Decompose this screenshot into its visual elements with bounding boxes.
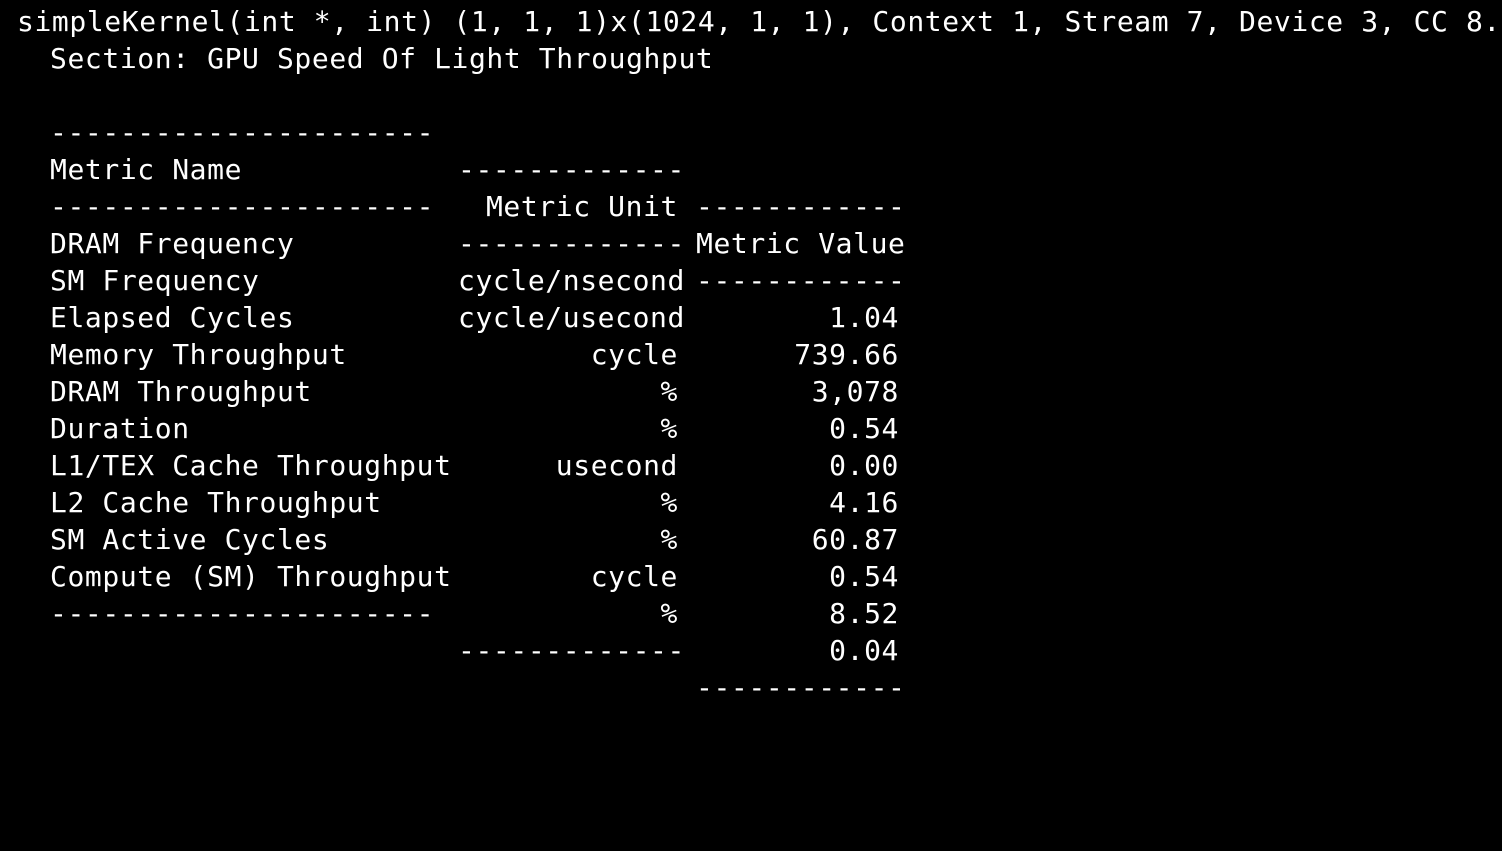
section-title: Section: GPU Speed Of Light Throughput bbox=[50, 42, 714, 75]
kernel-launch-line: simpleKernel(int *, int) (1, 1, 1)x(1024… bbox=[17, 5, 1502, 38]
table-row: L1/TEX Cache Throughput % 60.87 bbox=[0, 410, 1502, 556]
table-row: DRAM Throughput % 0.00 bbox=[0, 336, 1502, 482]
separator-row-top: ---------------------- ------------- ---… bbox=[0, 77, 1502, 223]
table-row: Compute (SM) Throughput % 0.04 bbox=[0, 521, 1502, 667]
separator-row-bottom: ---------------------- ------------- ---… bbox=[0, 558, 1502, 704]
table-row: DRAM Frequency cycle/nsecond 1.04 bbox=[0, 188, 1502, 334]
metric-value: 0.04 bbox=[829, 634, 899, 667]
table-row: Duration usecond 4.16 bbox=[0, 373, 1502, 519]
terminal-window[interactable]: simpleKernel(int *, int) (1, 1, 1)x(1024… bbox=[0, 0, 1502, 704]
table-row: SM Frequency cycle/usecond 739.66 bbox=[0, 225, 1502, 371]
separator-value: ------------ bbox=[696, 671, 906, 704]
separator-row-header: ---------------------- ------------- ---… bbox=[0, 151, 1502, 297]
table-row: SM Active Cycles cycle 8.52 bbox=[0, 484, 1502, 630]
separator-unit: ------------- bbox=[458, 634, 685, 667]
table-row: Elapsed Cycles cycle 3,078 bbox=[0, 262, 1502, 408]
table-header-row: Metric Name Metric Unit Metric Value bbox=[0, 114, 1502, 260]
table-row: Memory Throughput % 0.54 bbox=[0, 299, 1502, 445]
table-row: L2 Cache Throughput % 0.54 bbox=[0, 447, 1502, 593]
